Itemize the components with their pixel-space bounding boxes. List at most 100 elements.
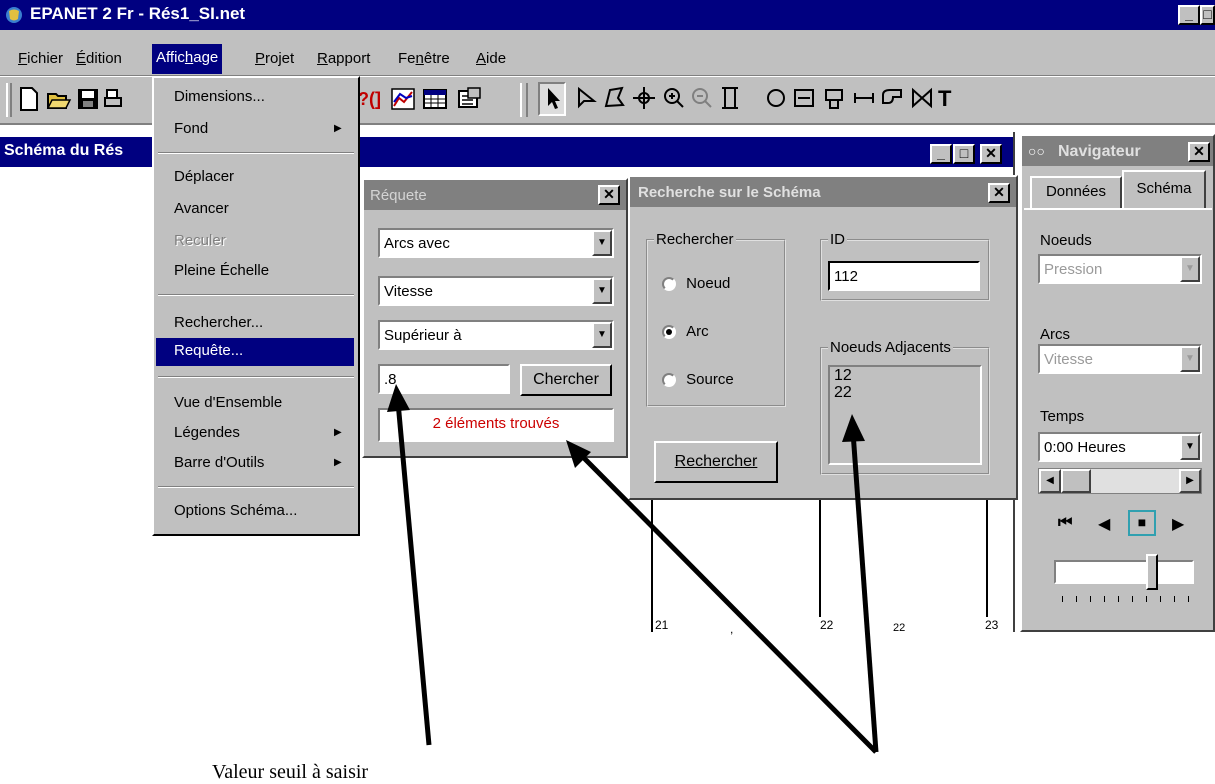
find-close-button[interactable]: ✕ [988, 183, 1010, 203]
tab-map[interactable]: Schéma [1122, 170, 1206, 210]
add-label-icon[interactable]: T [938, 84, 951, 114]
query-value-input[interactable]: .8 [378, 364, 510, 394]
chevron-down-icon[interactable]: ▼ [592, 230, 612, 256]
add-valve-icon[interactable] [910, 84, 934, 121]
zoom-out-icon[interactable] [690, 84, 714, 121]
menu-item-pleine-echelle[interactable]: Pleine Échelle [174, 262, 269, 279]
radio-source[interactable] [662, 373, 676, 388]
find-option-node[interactable]: Noeud [662, 275, 730, 292]
tab-label: Schéma [1136, 180, 1192, 197]
table-icon[interactable] [422, 84, 448, 121]
chevron-down-icon[interactable]: ▼ [1180, 256, 1200, 282]
adjacent-nodes-list[interactable]: 12 22 [828, 365, 982, 465]
time-scrollbar[interactable]: ◀ ▶ [1038, 468, 1202, 494]
back-icon[interactable]: ◀ [1098, 514, 1110, 534]
query-parameter-select[interactable]: Vitesse ▼ [378, 276, 614, 306]
rewind-icon[interactable]: ⏮ [1058, 514, 1072, 532]
list-item[interactable]: 22 [830, 384, 980, 401]
radio-node[interactable] [662, 277, 676, 292]
add-pipe-icon[interactable] [852, 84, 876, 121]
scroll-thumb[interactable] [1061, 469, 1091, 493]
find-search-button[interactable]: Rechercher [654, 441, 778, 483]
select-vertex-icon[interactable] [574, 84, 598, 121]
add-tank-icon[interactable] [822, 84, 846, 121]
chevron-down-icon[interactable]: ▼ [592, 322, 612, 348]
menu-item-legendes[interactable]: Légendes ▶ [174, 424, 342, 441]
menu-item-barre-outils[interactable]: Barre d'Outils ▶ [174, 454, 342, 471]
query-close-button[interactable]: ✕ [598, 185, 620, 205]
menu-edition[interactable]: Édition [76, 50, 122, 67]
query-search-button[interactable]: Chercher [520, 364, 612, 396]
find-option-source[interactable]: Source [662, 371, 734, 388]
options-icon[interactable] [456, 84, 482, 121]
full-extent-icon[interactable] [718, 84, 742, 121]
find-option-link[interactable]: Arc [662, 323, 709, 340]
open-file-icon[interactable] [46, 84, 72, 121]
chevron-down-icon[interactable]: ▼ [592, 278, 612, 304]
network-pipe[interactable] [986, 497, 988, 617]
save-icon[interactable] [76, 84, 100, 121]
menu-item-reculer[interactable]: Reculer [174, 232, 226, 249]
select-region-icon[interactable] [602, 84, 626, 121]
zoom-in-icon[interactable] [662, 84, 686, 121]
menu-item-avancer[interactable]: Avancer [174, 200, 229, 217]
add-pump-icon[interactable] [880, 84, 904, 121]
menu-item-deplacer[interactable]: Déplacer [174, 168, 234, 185]
graph-icon[interactable] [390, 84, 416, 121]
speed-slider-thumb[interactable] [1146, 554, 1158, 590]
tab-data[interactable]: Données [1030, 176, 1122, 208]
menu-fenetre[interactable]: Fenêtre [398, 50, 450, 67]
list-item[interactable]: 12 [830, 367, 980, 384]
add-junction-icon[interactable] [764, 84, 788, 121]
chevron-down-icon[interactable]: ▼ [1180, 434, 1200, 460]
menu-item-requete[interactable]: Requête... [156, 338, 354, 366]
schema-close-button[interactable]: ✕ [980, 144, 1002, 164]
menu-rapport[interactable]: Rapport [317, 50, 370, 67]
menu-item-fond[interactable]: Fond ▶ [174, 120, 342, 137]
schema-maximize-button[interactable]: □ [953, 144, 975, 164]
menu-affichage[interactable]: Affichage [152, 44, 223, 74]
schema-minimize-button[interactable]: _ [930, 144, 952, 164]
forward-icon[interactable]: ▶ [1172, 514, 1184, 534]
links-param-select[interactable]: Vitesse ▼ [1038, 344, 1202, 374]
menu-aide[interactable]: Aide [476, 50, 506, 67]
menu-projet[interactable]: Projet [255, 50, 294, 67]
app-icon[interactable] [4, 5, 24, 25]
nodes-param-select[interactable]: Pression ▼ [1038, 254, 1202, 284]
menu-item-vue-ensemble[interactable]: Vue d'Ensemble [174, 394, 282, 411]
print-icon[interactable] [104, 84, 124, 121]
scroll-right-icon[interactable]: ▶ [1179, 469, 1201, 493]
network-pipe[interactable] [651, 497, 653, 632]
menu-item-dimensions[interactable]: Dimensions... [174, 88, 265, 105]
select-object-icon[interactable] [538, 82, 566, 116]
add-reservoir-icon[interactable] [792, 84, 816, 121]
node-label: 22 [820, 618, 834, 632]
maximize-button[interactable]: □ [1200, 5, 1215, 25]
minimize-button[interactable]: _ [1178, 5, 1200, 25]
browser-close-button[interactable]: ✕ [1188, 142, 1210, 162]
chevron-down-icon[interactable]: ▼ [1180, 346, 1200, 372]
network-pipe[interactable] [819, 497, 821, 617]
new-file-icon[interactable] [18, 84, 40, 121]
find-title-bar: Recherche sur le Schéma ✕ [630, 177, 1016, 207]
speed-slider-track[interactable] [1054, 560, 1194, 584]
find-id-input[interactable]: 112 [828, 261, 980, 291]
menu-item-options-schema[interactable]: Options Schéma... [174, 502, 297, 519]
pan-icon[interactable] [632, 84, 656, 121]
find-id-label: ID [828, 231, 847, 248]
menu-fichier[interactable]: Fichier [18, 50, 63, 67]
find-option-label: Noeud [686, 275, 731, 292]
nodes-label: Noeuds [1040, 232, 1092, 249]
query-icon[interactable]: ?(] [358, 84, 381, 114]
query-object-select[interactable]: Arcs avec ▼ [378, 228, 614, 258]
links-label: Arcs [1040, 326, 1070, 343]
radio-link[interactable] [662, 325, 676, 340]
find-adjacent-label: Noeuds Adjacents [828, 339, 953, 356]
scroll-left-icon[interactable]: ◀ [1039, 469, 1061, 493]
network-node[interactable]: , [730, 622, 733, 636]
query-relation-select[interactable]: Supérieur à ▼ [378, 320, 614, 350]
time-select[interactable]: 0:00 Heures ▼ [1038, 432, 1202, 462]
toolbar-grip [6, 83, 12, 117]
stop-icon[interactable]: ■ [1128, 510, 1156, 536]
menu-item-rechercher[interactable]: Rechercher... [174, 314, 263, 331]
